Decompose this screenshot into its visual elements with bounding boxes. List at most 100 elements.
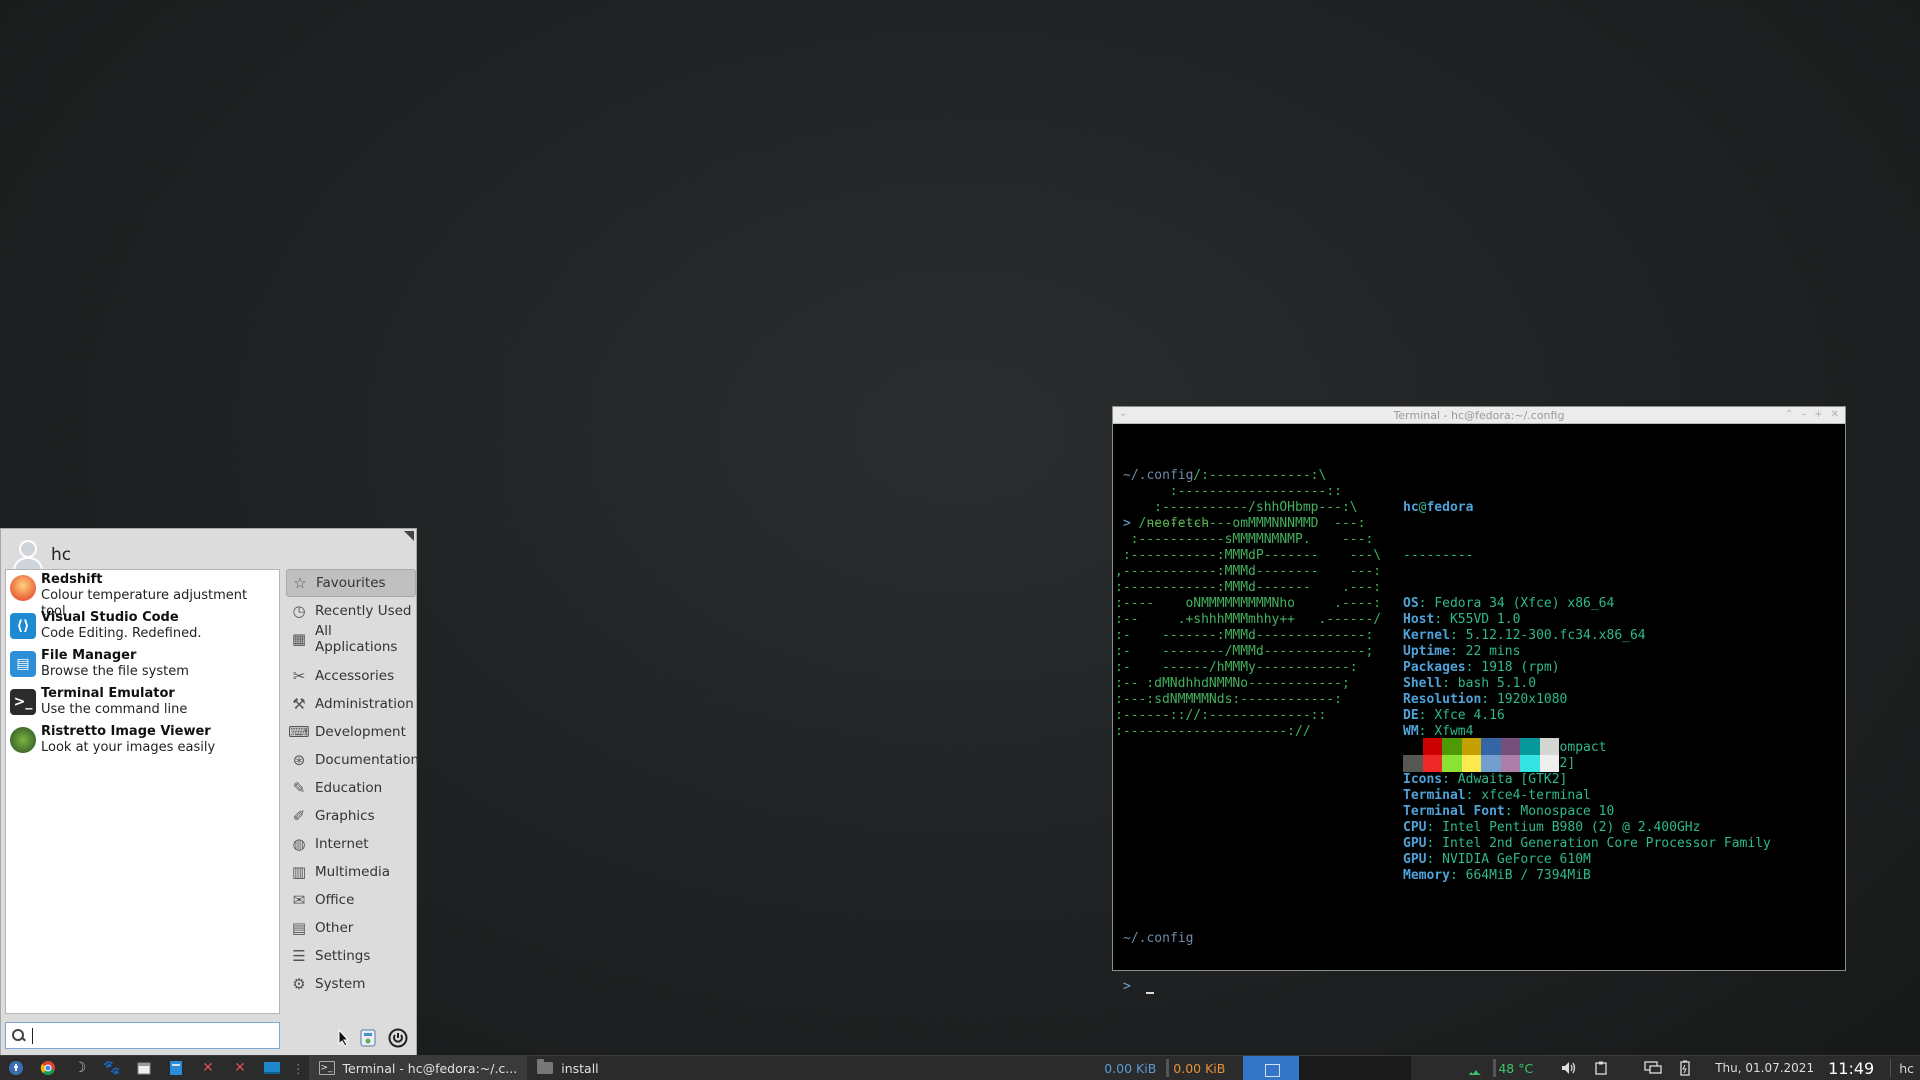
color-swatch: [1520, 755, 1540, 772]
workspace-3[interactable]: [1355, 1055, 1412, 1080]
category-label: Education: [315, 780, 383, 796]
terminal-output[interactable]: ~/.config > neofetch /:-------------:\ :…: [1113, 424, 1845, 994]
apps-icon: ▦: [291, 630, 307, 648]
color-swatch: [1520, 738, 1540, 755]
network-icon[interactable]: [1642, 1058, 1664, 1078]
logo-line: :------:://:-------------::: [1115, 708, 1327, 723]
workspace-2[interactable]: [1299, 1055, 1356, 1080]
category-administration[interactable]: ⚒ Administration: [286, 690, 416, 718]
category-other[interactable]: ▤ Other: [286, 914, 416, 942]
tools-icon: ⚒: [292, 695, 306, 713]
terminal-window[interactable]: ⌄ Terminal - hc@fedora:~/.config ⌃ – + ✕…: [1112, 406, 1846, 994]
window-menu-icon[interactable]: ⌄: [1119, 408, 1127, 419]
battery-icon[interactable]: [1674, 1058, 1696, 1078]
panel-user[interactable]: hc: [1899, 1061, 1914, 1076]
user-avatar-icon[interactable]: [11, 538, 43, 575]
category-system[interactable]: ⚙ System: [286, 970, 416, 998]
second-prompt: ~/.config >: [1123, 931, 1194, 994]
accessories-icon: ✂: [292, 667, 306, 685]
info-line: Uptime: 22 mins: [1403, 644, 1521, 659]
info-line: GPU: Intel 2nd Generation Core Processor…: [1403, 836, 1771, 851]
screen-icon[interactable]: [261, 1058, 283, 1078]
file-manager-icon: ▤: [10, 651, 36, 677]
category-office[interactable]: ✉ Office: [286, 886, 416, 914]
log-out-icon[interactable]: [387, 1027, 409, 1049]
category-graphics[interactable]: ✐ Graphics: [286, 802, 416, 830]
category-development[interactable]: ⌨ Development: [286, 718, 416, 746]
clock-date[interactable]: Thu, 01.07.2021: [1715, 1061, 1814, 1075]
whisker-menu-icon[interactable]: [5, 1058, 27, 1078]
category-label: Graphics: [315, 808, 375, 824]
info-line: Kernel: 5.12.12-300.fc34.x86_64: [1403, 628, 1646, 643]
vscode-panel-icon[interactable]: [165, 1058, 187, 1078]
terminal-title: Terminal - hc@fedora:~/.config: [1393, 408, 1565, 422]
info-host: fedora: [1426, 500, 1474, 515]
favourite-item[interactable]: Ristretto Image Viewer Look at your image…: [6, 722, 279, 760]
task-terminal-label: Terminal - hc@fedora:~/.c...: [342, 1060, 518, 1076]
favourite-title: Redshift: [41, 572, 103, 587]
vscode-icon: ⟨⟩: [10, 613, 36, 639]
favourite-item[interactable]: ▤ File Manager Browse the file system: [6, 646, 279, 684]
close-icon[interactable]: ✕: [1831, 409, 1839, 420]
favourite-item[interactable]: Redshift Colour temperature adjustment to…: [6, 570, 279, 619]
logo-line: :- -------:MMMd--------------:: [1115, 628, 1374, 643]
logo-line: :-- .+shhhMMMmhhy++ .------/: [1115, 612, 1382, 627]
category-label: Office: [315, 892, 355, 908]
color-swatch: [1461, 738, 1481, 755]
category-label: Accessories: [315, 668, 395, 684]
clock-time[interactable]: 11:49: [1828, 1059, 1874, 1078]
chrome-icon[interactable]: [37, 1058, 59, 1078]
panel-separator: ⋮: [292, 1060, 305, 1076]
text-cursor: [32, 1027, 33, 1044]
info-line: Icons: Adwaita [GTK2]: [1403, 772, 1568, 787]
task-install[interactable]: install: [527, 1056, 608, 1080]
category-documentation[interactable]: ⊛ Documentation: [286, 746, 419, 774]
favourite-subtitle: Look at your images easily: [41, 740, 216, 755]
color-swatch: [1403, 738, 1423, 755]
color-swatch: [1422, 755, 1442, 772]
category-internet[interactable]: ◍ Internet: [286, 830, 416, 858]
info-key: Packages: [1403, 660, 1466, 675]
color-swatch: [1403, 755, 1423, 772]
category-multimedia[interactable]: ▥ Multimedia: [286, 858, 416, 886]
category-label: Multimedia: [315, 864, 391, 880]
color-swatch: [1461, 755, 1481, 772]
category-settings[interactable]: ☰ Settings: [286, 942, 416, 970]
info-line: Host: K55VD 1.0: [1403, 612, 1521, 627]
favourite-title: Terminal Emulator: [41, 686, 175, 701]
favourite-subtitle: Code Editing. Redefined.: [41, 626, 202, 641]
shade-icon[interactable]: ⌃: [1785, 409, 1793, 420]
volume-icon[interactable]: [1558, 1058, 1580, 1078]
star-icon: ☆: [293, 574, 307, 592]
settings-manager-icon[interactable]: [357, 1027, 379, 1049]
other-icon: ▤: [291, 919, 307, 937]
terminal-icon: >_: [10, 689, 36, 715]
category-all-applications[interactable]: ▦ All Applications: [286, 623, 416, 655]
clipboard-icon[interactable]: [1590, 1058, 1612, 1078]
xmind-icon[interactable]: ✕: [197, 1058, 219, 1078]
maximize-icon[interactable]: +: [1814, 409, 1822, 420]
category-favourites[interactable]: ☆ Favourites: [286, 569, 416, 597]
menu-resize-grip[interactable]: [404, 531, 414, 541]
category-recently-used[interactable]: ◷ Recently Used: [286, 597, 416, 625]
info-value: 1920x1080: [1496, 692, 1568, 707]
color-swatch: [1539, 738, 1559, 755]
redshift-panel-icon[interactable]: ☽: [69, 1058, 91, 1078]
workspace-1[interactable]: [1243, 1055, 1300, 1080]
favourite-item[interactable]: >_ Terminal Emulator Use the command line: [6, 684, 279, 722]
info-value: 5.12.12-300.fc34.x86_64: [1465, 628, 1646, 643]
minimize-icon[interactable]: –: [1801, 409, 1806, 420]
category-accessories[interactable]: ✂ Accessories: [286, 662, 416, 690]
info-key: Host: [1403, 612, 1435, 627]
search-box[interactable]: [5, 1022, 280, 1049]
gimp-icon[interactable]: 🐾: [101, 1058, 123, 1078]
task-terminal[interactable]: >_ Terminal - hc@fedora:~/.c...: [308, 1055, 528, 1080]
lifebuoy-icon: ⊛: [292, 751, 306, 769]
calendar-icon[interactable]: [133, 1058, 155, 1078]
load-bar: [1493, 1059, 1497, 1077]
terminal-titlebar[interactable]: ⌄ Terminal - hc@fedora:~/.config ⌃ – + ✕: [1113, 407, 1845, 424]
xmind2-icon[interactable]: ✕: [229, 1058, 251, 1078]
category-label: Development: [315, 724, 406, 740]
search-input[interactable]: [39, 1028, 279, 1043]
category-education[interactable]: ✎ Education: [286, 774, 416, 802]
